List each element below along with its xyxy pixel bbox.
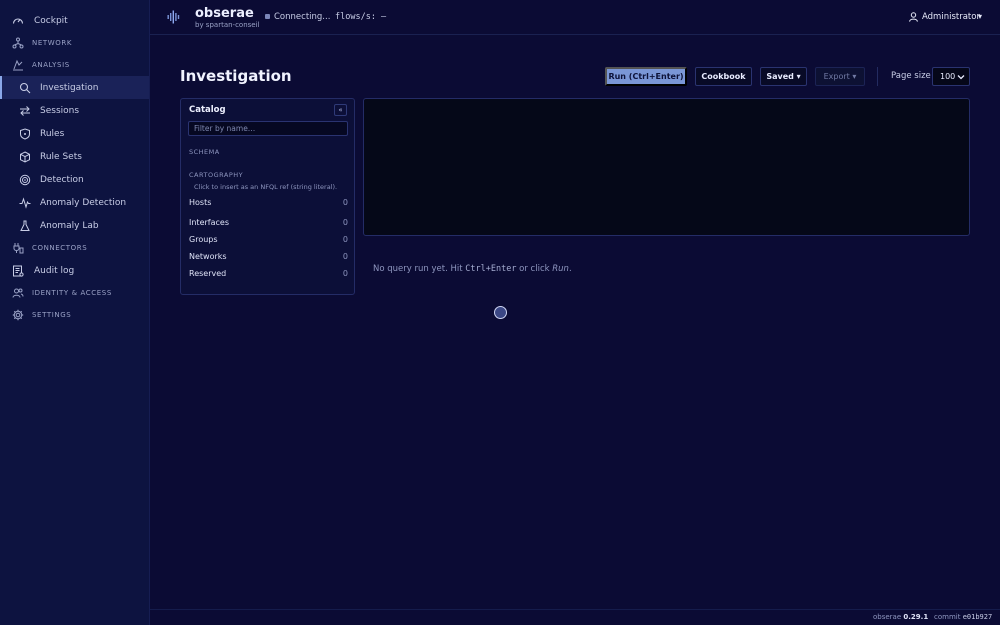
catalog-filter-input[interactable]: Filter by name… (188, 121, 348, 136)
catalog-item-networks[interactable]: Networks 0 (189, 252, 348, 266)
analysis-icon (13, 59, 23, 71)
sidebar-section-analysis[interactable]: ANALYSIS (0, 54, 149, 76)
cartography-section-label: CARTOGRAPHY (189, 171, 244, 179)
sidebar-section-settings[interactable]: SETTINGS (0, 304, 149, 326)
user-menu[interactable]: Administrator (922, 12, 980, 22)
network-icon (12, 37, 24, 49)
brand-name: obserae (195, 6, 254, 21)
sidebar-item-label: Detection (40, 174, 84, 185)
page-size-value: 100 (940, 72, 956, 81)
commit-hash: e01b927 (962, 613, 993, 621)
footer-divider (150, 609, 1000, 610)
collapse-catalog-button[interactable]: « (334, 104, 347, 116)
sidebar-section-connectors[interactable]: CONNECTORS (0, 237, 149, 259)
brand-subtitle: by spartan-conseil (195, 21, 260, 29)
query-editor[interactable] (363, 98, 970, 236)
catalog-item-count: 0 (342, 252, 348, 261)
sidebar-item-label: Anomaly Lab (40, 220, 99, 231)
app-version: obserae 0.29.1 (873, 613, 928, 621)
page-size-select[interactable]: 100 (932, 67, 970, 86)
catalog-item-name: Interfaces (189, 218, 229, 227)
sidebar-item-audit-log[interactable]: Audit log (0, 259, 149, 282)
empty-results-message: No query run yet. Hit Ctrl+Enter or clic… (373, 264, 572, 274)
sidebar-item-investigation[interactable]: Investigation (0, 76, 149, 99)
sidebar-section-label: NETWORK (32, 39, 73, 47)
flask-icon (20, 220, 30, 231)
cube-icon (20, 150, 30, 163)
schema-section-label: SCHEMA (189, 148, 220, 156)
sidebar-section-label: IDENTITY & ACCESS (32, 289, 112, 297)
catalog-item-reserved[interactable]: Reserved 0 (189, 269, 348, 283)
sidebar-section-identity[interactable]: IDENTITY & ACCESS (0, 282, 149, 304)
page-title: Investigation (180, 67, 292, 85)
waveform-logo-icon (167, 10, 180, 24)
app-name: obserae (873, 613, 902, 621)
catalog-item-count: 0 (342, 269, 348, 278)
commit-info: commit e01b927 (934, 613, 992, 621)
sidebar-item-label: Anomaly Detection (40, 197, 127, 208)
sidebar-item-label: Sessions (40, 105, 80, 116)
catalog-item-name: Reserved (189, 269, 227, 278)
gear-icon (12, 309, 24, 321)
sidebar-item-label: Rule Sets (40, 151, 82, 162)
page-size-label: Page size (891, 71, 931, 81)
toolbar-divider (877, 67, 878, 86)
plug-icon (13, 243, 24, 254)
version-number: 0.29.1 (903, 613, 929, 621)
sidebar-item-sessions[interactable]: Sessions (0, 99, 149, 122)
catalog-item-count: 0 (342, 235, 348, 244)
sidebar-item-detection[interactable]: Detection (0, 168, 149, 191)
sidebar-section-label: CONNECTORS (32, 244, 88, 252)
flows-rate: flows/s: — (335, 12, 387, 22)
sidebar-item-rule-sets[interactable]: Rule Sets (0, 145, 149, 168)
swap-arrows-icon (20, 105, 30, 116)
cookbook-button[interactable]: Cookbook (695, 67, 752, 86)
sidebar-item-anomaly-detection[interactable]: Anomaly Detection (0, 191, 149, 214)
sidebar-item-label: Rules (40, 128, 65, 139)
search-icon (19, 82, 31, 93)
sidebar-item-cockpit[interactable]: Cockpit (0, 10, 149, 32)
catalog-item-name: Groups (189, 235, 218, 244)
catalog-item-interfaces[interactable]: Interfaces 0 (189, 218, 348, 232)
catalog-item-count: 0 (342, 218, 348, 227)
sidebar-item-label: Cockpit (34, 16, 68, 26)
run-button[interactable]: Run (Ctrl+Enter) (605, 67, 687, 86)
sidebar-item-anomaly-lab[interactable]: Anomaly Lab (0, 214, 149, 237)
catalog-item-count: 0 (342, 198, 348, 207)
sidebar: Cockpit NETWORK ANALYSIS Investigation S… (0, 0, 150, 625)
empty-text: . (568, 264, 572, 274)
catalog-title: Catalog (189, 105, 226, 115)
empty-text: No query run yet. Hit (373, 264, 466, 274)
chevron-down-icon[interactable]: ▾ (978, 12, 982, 21)
catalog-hint: Click to insert as an NFQL ref (string l… (194, 183, 338, 191)
catalog-item-name: Hosts (189, 198, 212, 207)
catalog-item-groups[interactable]: Groups 0 (189, 235, 348, 249)
pulse-icon (19, 196, 31, 209)
run-word: Run (552, 264, 569, 274)
export-button[interactable]: Export ▾ (815, 67, 865, 86)
empty-text: or click (516, 264, 553, 274)
connection-status: Connecting... (274, 12, 331, 22)
target-icon (19, 174, 31, 185)
catalog-item-hosts[interactable]: Hosts 0 (189, 198, 348, 212)
sidebar-item-label: Investigation (40, 82, 99, 93)
sidebar-section-network[interactable]: NETWORK (0, 32, 149, 54)
sidebar-section-label: SETTINGS (32, 311, 72, 319)
gauge-icon (12, 18, 24, 24)
sidebar-item-label: Audit log (34, 265, 75, 276)
catalog-item-name: Networks (189, 252, 227, 261)
chevron-down-icon (957, 75, 965, 80)
shield-icon (20, 127, 30, 140)
log-icon (13, 265, 24, 277)
saved-queries-button[interactable]: Saved ▾ (760, 67, 807, 86)
user-icon[interactable] (909, 12, 918, 22)
users-icon (12, 288, 24, 298)
shortcut-text: Ctrl+Enter (465, 264, 517, 274)
commit-label: commit (934, 613, 961, 621)
sidebar-item-rules[interactable]: Rules (0, 122, 149, 145)
catalog-panel: Catalog « Filter by name… SCHEMA CARTOGR… (180, 98, 355, 295)
loading-spinner (494, 306, 507, 319)
connection-status-dot (265, 14, 270, 19)
sidebar-section-label: ANALYSIS (32, 61, 70, 69)
